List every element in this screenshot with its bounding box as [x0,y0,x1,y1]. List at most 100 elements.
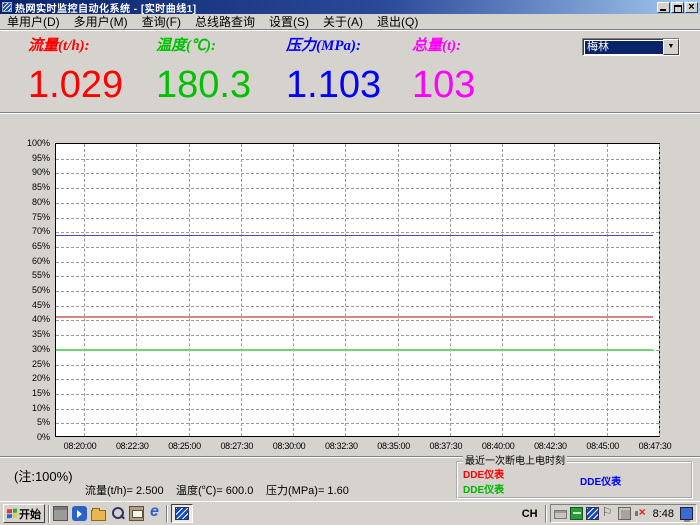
gridline-v [554,144,555,436]
gridline-h [56,276,659,277]
taskbar-divider [48,505,50,523]
app-logo-icon [2,2,12,12]
window-controls [657,2,698,13]
y-tick-label: 10% [0,403,50,413]
gridline-h [56,365,659,366]
gridline-h [56,247,659,248]
close-button[interactable] [685,2,698,13]
separator [0,112,700,114]
dde-meter-label: DDE仪表 [580,473,621,488]
readout-label: 流量(t/h): [28,34,123,55]
desktop-icon[interactable] [129,506,144,521]
windows-logo-icon [7,509,17,519]
ie-icon[interactable] [148,506,163,521]
readout-block: 压力(MPa):1.103 [286,34,381,105]
menu-item[interactable]: 关于(A) [316,13,370,30]
y-tick-label: 85% [0,182,50,192]
power-event-groupbox: 最近一次断电上电时刻 DDE仪表DDE仪表DDE仪表 [456,461,693,499]
tray-icons [554,507,647,520]
y-tick-label: 65% [0,241,50,251]
media-app-icon[interactable] [72,506,87,521]
dde-meter-label: DDE仪表 [463,466,504,481]
chevron-down-icon[interactable]: ▼ [663,39,679,55]
y-tick-label: 95% [0,153,50,163]
active-task-button[interactable] [171,504,193,523]
gridline-h [56,291,659,292]
station-selected-value: 梅林 [585,41,663,54]
menu-item[interactable]: 总线路查询 [188,13,262,30]
gridline-h [56,379,659,380]
readout-label: 总量(t): [412,34,475,55]
menu-item[interactable]: 退出(Q) [370,13,425,30]
x-tick-label: 08:37:30 [420,441,472,451]
plot-area [55,143,660,437]
readout-value: 1.103 [286,65,381,105]
device-icon[interactable] [618,507,631,520]
gridline-h [56,173,659,174]
y-tick-label: 55% [0,270,50,280]
y-tick-label: 75% [0,212,50,222]
printer-icon[interactable] [554,510,567,519]
menubar: 单用户(D)多用户(M)查询(F)总线路查询设置(S)关于(A)退出(Q) [0,14,700,30]
minimize-button[interactable] [657,2,670,13]
x-tick-label: 08:45:00 [577,441,629,451]
folder-icon[interactable] [91,510,106,521]
gridline-v [189,144,190,436]
gridline-v [607,144,608,436]
taskbar: 开始 CH 8:48 [0,501,700,525]
y-tick-label: 0% [0,432,50,442]
fullscale-note: (注:100%) [14,466,73,485]
x-tick-label: 08:27:30 [211,441,263,451]
quick-launch-bar [53,506,163,521]
y-tick-label: 35% [0,329,50,339]
series-line-0 [56,235,653,236]
gridline-h [56,394,659,395]
monitor-icon[interactable] [680,507,693,520]
gridline-h [56,423,659,424]
gridline-h [56,159,659,160]
readout-block: 温度(℃):180.3 [156,34,251,105]
search-icon[interactable] [110,506,125,521]
menu-item[interactable]: 设置(S) [262,13,316,30]
menu-item[interactable]: 多用户(M) [67,13,135,30]
flag-icon[interactable] [602,507,615,520]
menu-item[interactable]: 查询(F) [135,13,188,30]
gridline-v [136,144,137,436]
y-tick-label: 60% [0,256,50,266]
x-tick-label: 08:40:00 [472,441,524,451]
x-tick-label: 08:42:30 [524,441,576,451]
app-icon[interactable] [586,507,599,520]
readouts: 流量(t/h): 1.029 温度(℃):180.3 压力(MPa):1.103 总量(… [0,34,560,112]
app-logo-icon [175,507,189,520]
readout-value: 1.029 [28,65,123,105]
restore-button[interactable] [671,2,684,13]
y-tick-label: 45% [0,300,50,310]
gridline-v [502,144,503,436]
y-tick-label: 50% [0,285,50,295]
language-indicator[interactable]: CH [518,508,542,520]
readout-label: 温度(℃): [156,34,251,55]
readout-value: 103 [412,65,475,105]
x-tick-label: 08:30:00 [263,441,315,451]
menu-item[interactable]: 单用户(D) [0,13,67,30]
card-icon[interactable] [570,507,583,520]
y-tick-label: 70% [0,226,50,236]
gridline-v [293,144,294,436]
y-tick-label: 25% [0,359,50,369]
gridline-v [450,144,451,436]
system-tray: 8:48 [550,504,697,523]
fullscale-item: 温度(℃)= 600.0 [176,482,253,498]
gridline-h [56,203,659,204]
y-tick-label: 20% [0,373,50,383]
gridline-v [398,144,399,436]
speaker-muted-icon[interactable] [634,507,647,520]
series-line-1 [56,316,653,318]
machine-icon[interactable] [53,506,68,521]
x-tick-label: 08:32:30 [315,441,367,451]
application-window: 热网实时监控自动化系统 - [实时曲线1] 单用户(D)多用户(M)查询(F)总… [0,0,700,525]
clock[interactable]: 8:48 [650,508,677,520]
gridline-v [84,144,85,436]
start-label: 开始 [19,506,41,522]
station-combobox[interactable]: 梅林 ▼ [582,38,680,56]
start-button[interactable]: 开始 [3,504,45,523]
